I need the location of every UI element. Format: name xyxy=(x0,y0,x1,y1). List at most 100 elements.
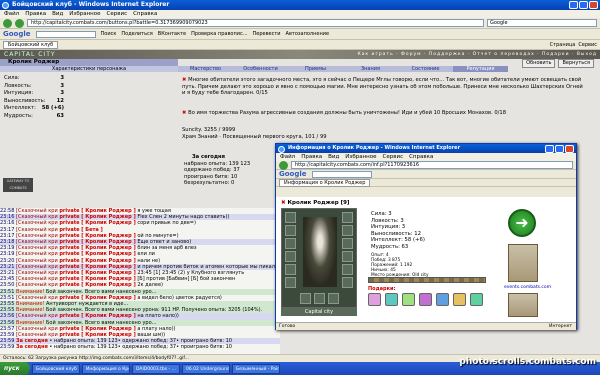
autofill-button[interactable]: Автозаполнение xyxy=(286,31,330,37)
chat-time[interactable]: 23:51 xyxy=(0,289,14,295)
chat-time[interactable]: 23:18 xyxy=(0,239,14,245)
tools-menu[interactable]: Сервис xyxy=(578,42,597,48)
equip-slot[interactable] xyxy=(285,251,296,262)
taskbar-item[interactable]: Бойцовский клуб xyxy=(32,363,80,374)
gift-icon[interactable] xyxy=(385,293,398,306)
maximize-button[interactable] xyxy=(579,1,588,9)
equip-slot[interactable] xyxy=(328,293,339,304)
scroll-icon[interactable] xyxy=(508,244,538,282)
chat-sender[interactable]: [Сказочный кри xyxy=(16,214,58,220)
equip-slot[interactable] xyxy=(342,277,353,288)
popup-maximize-button[interactable] xyxy=(555,145,564,153)
tab-features[interactable]: Особенности xyxy=(233,66,288,72)
events-link[interactable]: events.combats.com xyxy=(504,285,551,290)
taskbar-item[interactable]: Информация о Крол... xyxy=(82,363,130,374)
equip-slot[interactable] xyxy=(285,212,296,223)
chat-sender[interactable]: [Сказочный кри xyxy=(16,220,58,226)
chat-sender[interactable]: [Сказочный кри xyxy=(16,258,58,264)
return-button[interactable]: Вернуться xyxy=(558,59,594,68)
equip-slot[interactable] xyxy=(285,277,296,288)
chat-time[interactable]: 23:17 xyxy=(0,227,14,233)
tab-state[interactable]: Состояние xyxy=(398,66,453,72)
menu-view[interactable]: Вид xyxy=(52,10,63,18)
menu-file[interactable]: Файл xyxy=(4,10,19,18)
chat-private-tag[interactable]: private [ Кролик Роджер ] xyxy=(59,239,135,245)
spellcheck-button[interactable]: Проверка правопис... xyxy=(191,31,247,37)
chat-private-tag[interactable]: private [ Кролик Роджер ] xyxy=(59,282,135,288)
chat-time[interactable]: 23:51 xyxy=(0,295,14,301)
chat-sender[interactable]: [Сказочный кри xyxy=(16,251,58,257)
tab-reputation[interactable]: Репутация xyxy=(453,66,508,72)
chat-private-tag[interactable]: За сегодня xyxy=(16,344,48,350)
equip-slot[interactable] xyxy=(342,212,353,223)
search-input[interactable]: Google xyxy=(487,19,597,27)
chat-sender[interactable]: [Сказочный кри xyxy=(16,208,58,214)
popup-minimize-button[interactable] xyxy=(545,145,554,153)
share-button[interactable]: Поделиться xyxy=(121,31,152,37)
chat-private-tag[interactable]: private [ Кролик Роджер ] xyxy=(59,332,135,338)
chat-time[interactable]: 23:59 xyxy=(0,332,14,338)
chat-private-tag[interactable]: private [ Кролик Роджер ] xyxy=(59,245,135,251)
chat-private-tag[interactable]: private [ Кролик Роджер ] xyxy=(59,264,135,270)
refresh-button[interactable]: Обновить xyxy=(522,59,556,68)
tab-knowledge[interactable]: Знания xyxy=(343,66,398,72)
back-icon[interactable] xyxy=(3,18,12,28)
back-icon[interactable] xyxy=(279,160,288,170)
chat-sender[interactable]: [Сказочный кри xyxy=(16,326,58,332)
scroll-icon[interactable] xyxy=(508,293,538,317)
chat-private-tag[interactable]: private [ Кролик Роджер ] xyxy=(59,220,135,226)
menu-edit[interactable]: Правка xyxy=(301,153,322,161)
page-menu[interactable]: Страница xyxy=(550,42,576,48)
chat-sender[interactable]: [Сказочный кри xyxy=(16,313,58,319)
equip-slot[interactable] xyxy=(285,264,296,275)
address-input[interactable]: http://capitalcity.combats.com/buttons.p… xyxy=(27,19,484,27)
chat-private-tag[interactable]: Внимание! xyxy=(16,320,44,326)
chat-sender[interactable]: [Сказочный кри xyxy=(16,295,58,301)
chat-time[interactable]: 23:56 xyxy=(0,313,14,319)
chat-private-tag[interactable]: private [ Кролик Роджер ] xyxy=(59,276,135,282)
google-search-input[interactable] xyxy=(35,30,96,38)
taskbar-item[interactable]: DAID0003.tbs - ... xyxy=(132,363,180,374)
chat-sender[interactable]: [Сказочный кри xyxy=(16,233,58,239)
chat-private-tag[interactable]: private [ Кролик Роджер ] xyxy=(59,214,135,220)
chat-time[interactable]: 23:55 xyxy=(0,307,14,313)
chat-time[interactable]: 23:17 xyxy=(0,233,14,239)
chat-time[interactable]: 23:19 xyxy=(0,245,14,251)
tab-mastery[interactable]: Мастерство xyxy=(178,66,233,72)
chat-time[interactable]: 23:55 xyxy=(0,301,14,307)
menu-favorites[interactable]: Избранное xyxy=(345,153,376,161)
forward-icon[interactable] xyxy=(15,18,24,28)
chat-sender[interactable]: [Сказочный кри xyxy=(16,264,58,270)
popup-tab[interactable]: Информация о Кролик Роджер xyxy=(279,178,371,187)
chat-time[interactable]: 23:19 xyxy=(0,251,14,257)
menu-file[interactable]: Файл xyxy=(280,153,295,161)
chat-private-tag[interactable]: private [ Кролик Роджер ] xyxy=(59,270,135,276)
chat-private-tag[interactable]: Внимание! xyxy=(16,307,44,313)
equip-slot[interactable] xyxy=(342,225,353,236)
chat-time[interactable]: 23:57 xyxy=(0,326,14,332)
equip-slot[interactable] xyxy=(285,238,296,249)
chat-sender[interactable]: [Сказочный кри xyxy=(16,239,58,245)
chat-private-tag[interactable]: private [ Кролик Роджер ] xyxy=(59,208,135,214)
gift-icon[interactable] xyxy=(368,293,381,306)
equip-slot[interactable] xyxy=(342,238,353,249)
vkontakte-button[interactable]: ВКонтакте xyxy=(158,31,186,37)
chat-time[interactable]: 23:56 xyxy=(0,320,14,326)
chat-time[interactable]: 23:21 xyxy=(0,270,14,276)
chat-time[interactable]: 23:21 xyxy=(0,264,14,270)
chat-private-tag[interactable]: private [ Кролик Роджер ] xyxy=(59,251,135,257)
arrow-right-icon[interactable]: ➜ xyxy=(508,209,536,237)
chat-private-tag[interactable]: Внимание! xyxy=(16,301,44,307)
chat-time[interactable]: 23:16 xyxy=(0,220,14,226)
chat-time[interactable]: 23:59 xyxy=(0,338,14,344)
equip-slot[interactable] xyxy=(300,293,311,304)
close-button[interactable] xyxy=(589,1,598,9)
taskbar-item[interactable]: Безымянный - Paint xyxy=(232,363,280,374)
chat-private-tag[interactable]: За сегодня xyxy=(16,338,48,344)
equip-slot[interactable] xyxy=(342,264,353,275)
equip-slot[interactable] xyxy=(285,225,296,236)
tab-techniques[interactable]: Приемы xyxy=(288,66,343,72)
chat-sender[interactable]: [Сказочный кри xyxy=(16,332,58,338)
chat-private-tag[interactable]: private [ Кролик Роджер ] xyxy=(59,326,135,332)
chat-sender[interactable]: [Сказочный кри xyxy=(16,227,58,233)
